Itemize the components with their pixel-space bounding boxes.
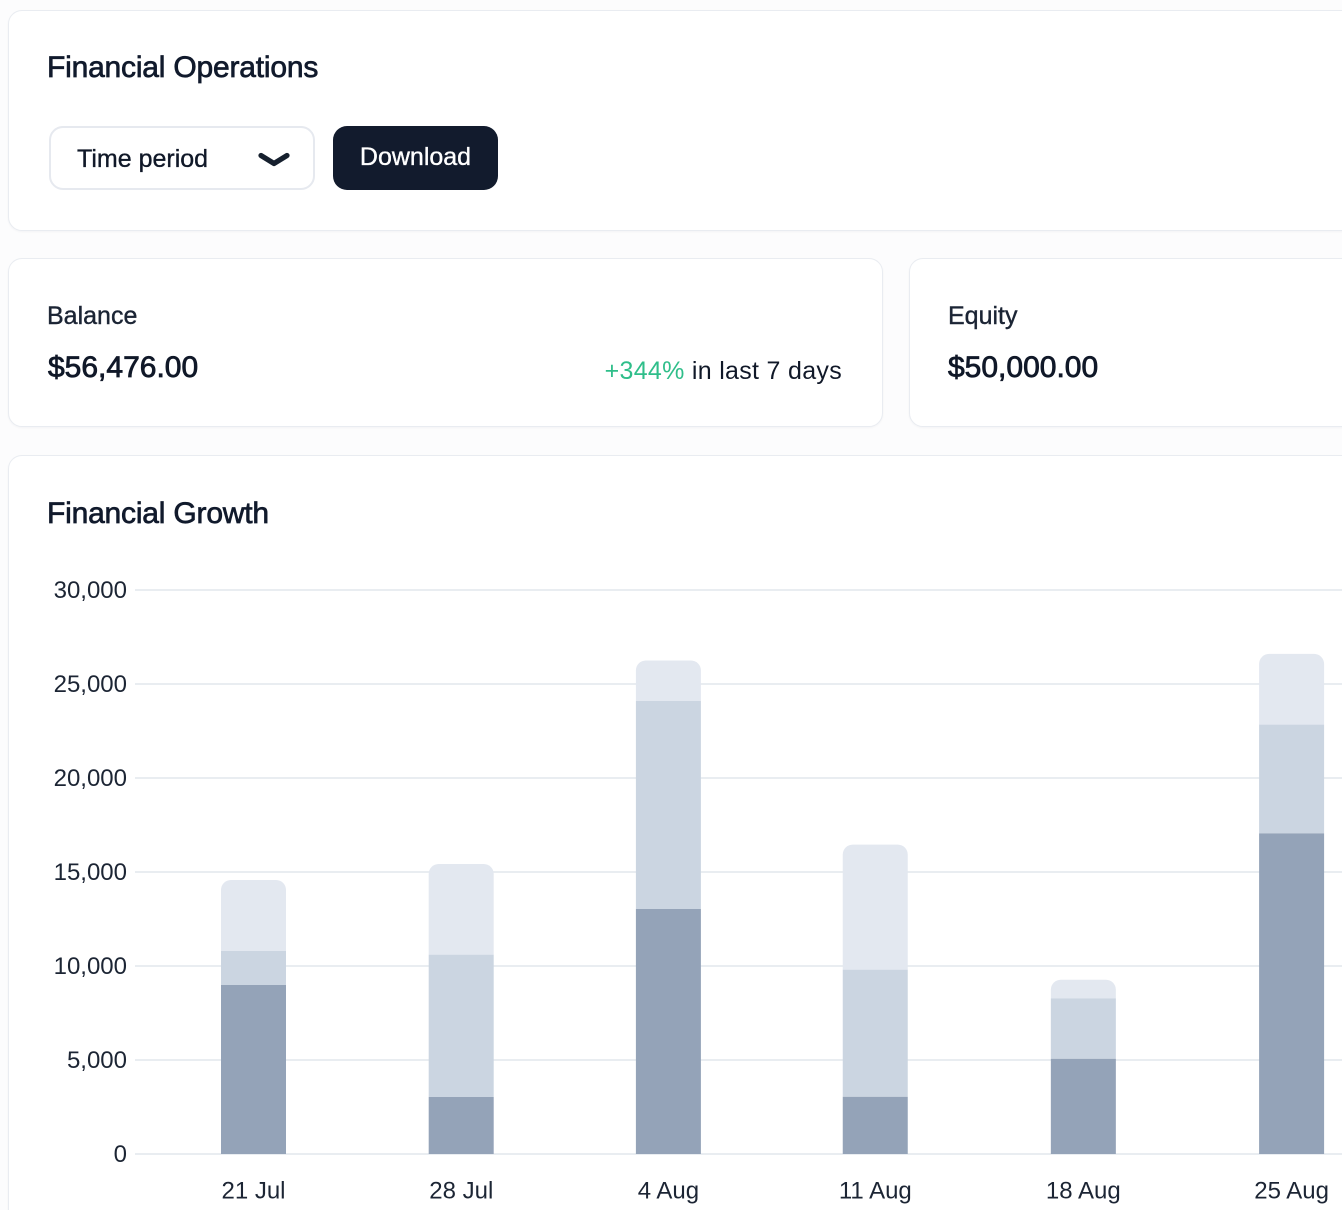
svg-text:15,000: 15,000	[54, 859, 127, 886]
svg-text:21 Jul: 21 Jul	[221, 1178, 285, 1205]
svg-text:18 Aug: 18 Aug	[1046, 1178, 1121, 1205]
svg-text:4 Aug: 4 Aug	[638, 1178, 699, 1205]
svg-text:0: 0	[114, 1141, 127, 1168]
svg-text:10,000: 10,000	[54, 953, 127, 980]
svg-text:20,000: 20,000	[54, 765, 127, 792]
svg-text:5,000: 5,000	[67, 1047, 127, 1074]
svg-text:28 Jul: 28 Jul	[429, 1178, 493, 1205]
svg-text:25 Aug: 25 Aug	[1254, 1178, 1329, 1205]
svg-text:11 Aug: 11 Aug	[839, 1178, 912, 1205]
svg-text:25,000: 25,000	[54, 671, 127, 698]
svg-text:30,000: 30,000	[54, 577, 127, 604]
